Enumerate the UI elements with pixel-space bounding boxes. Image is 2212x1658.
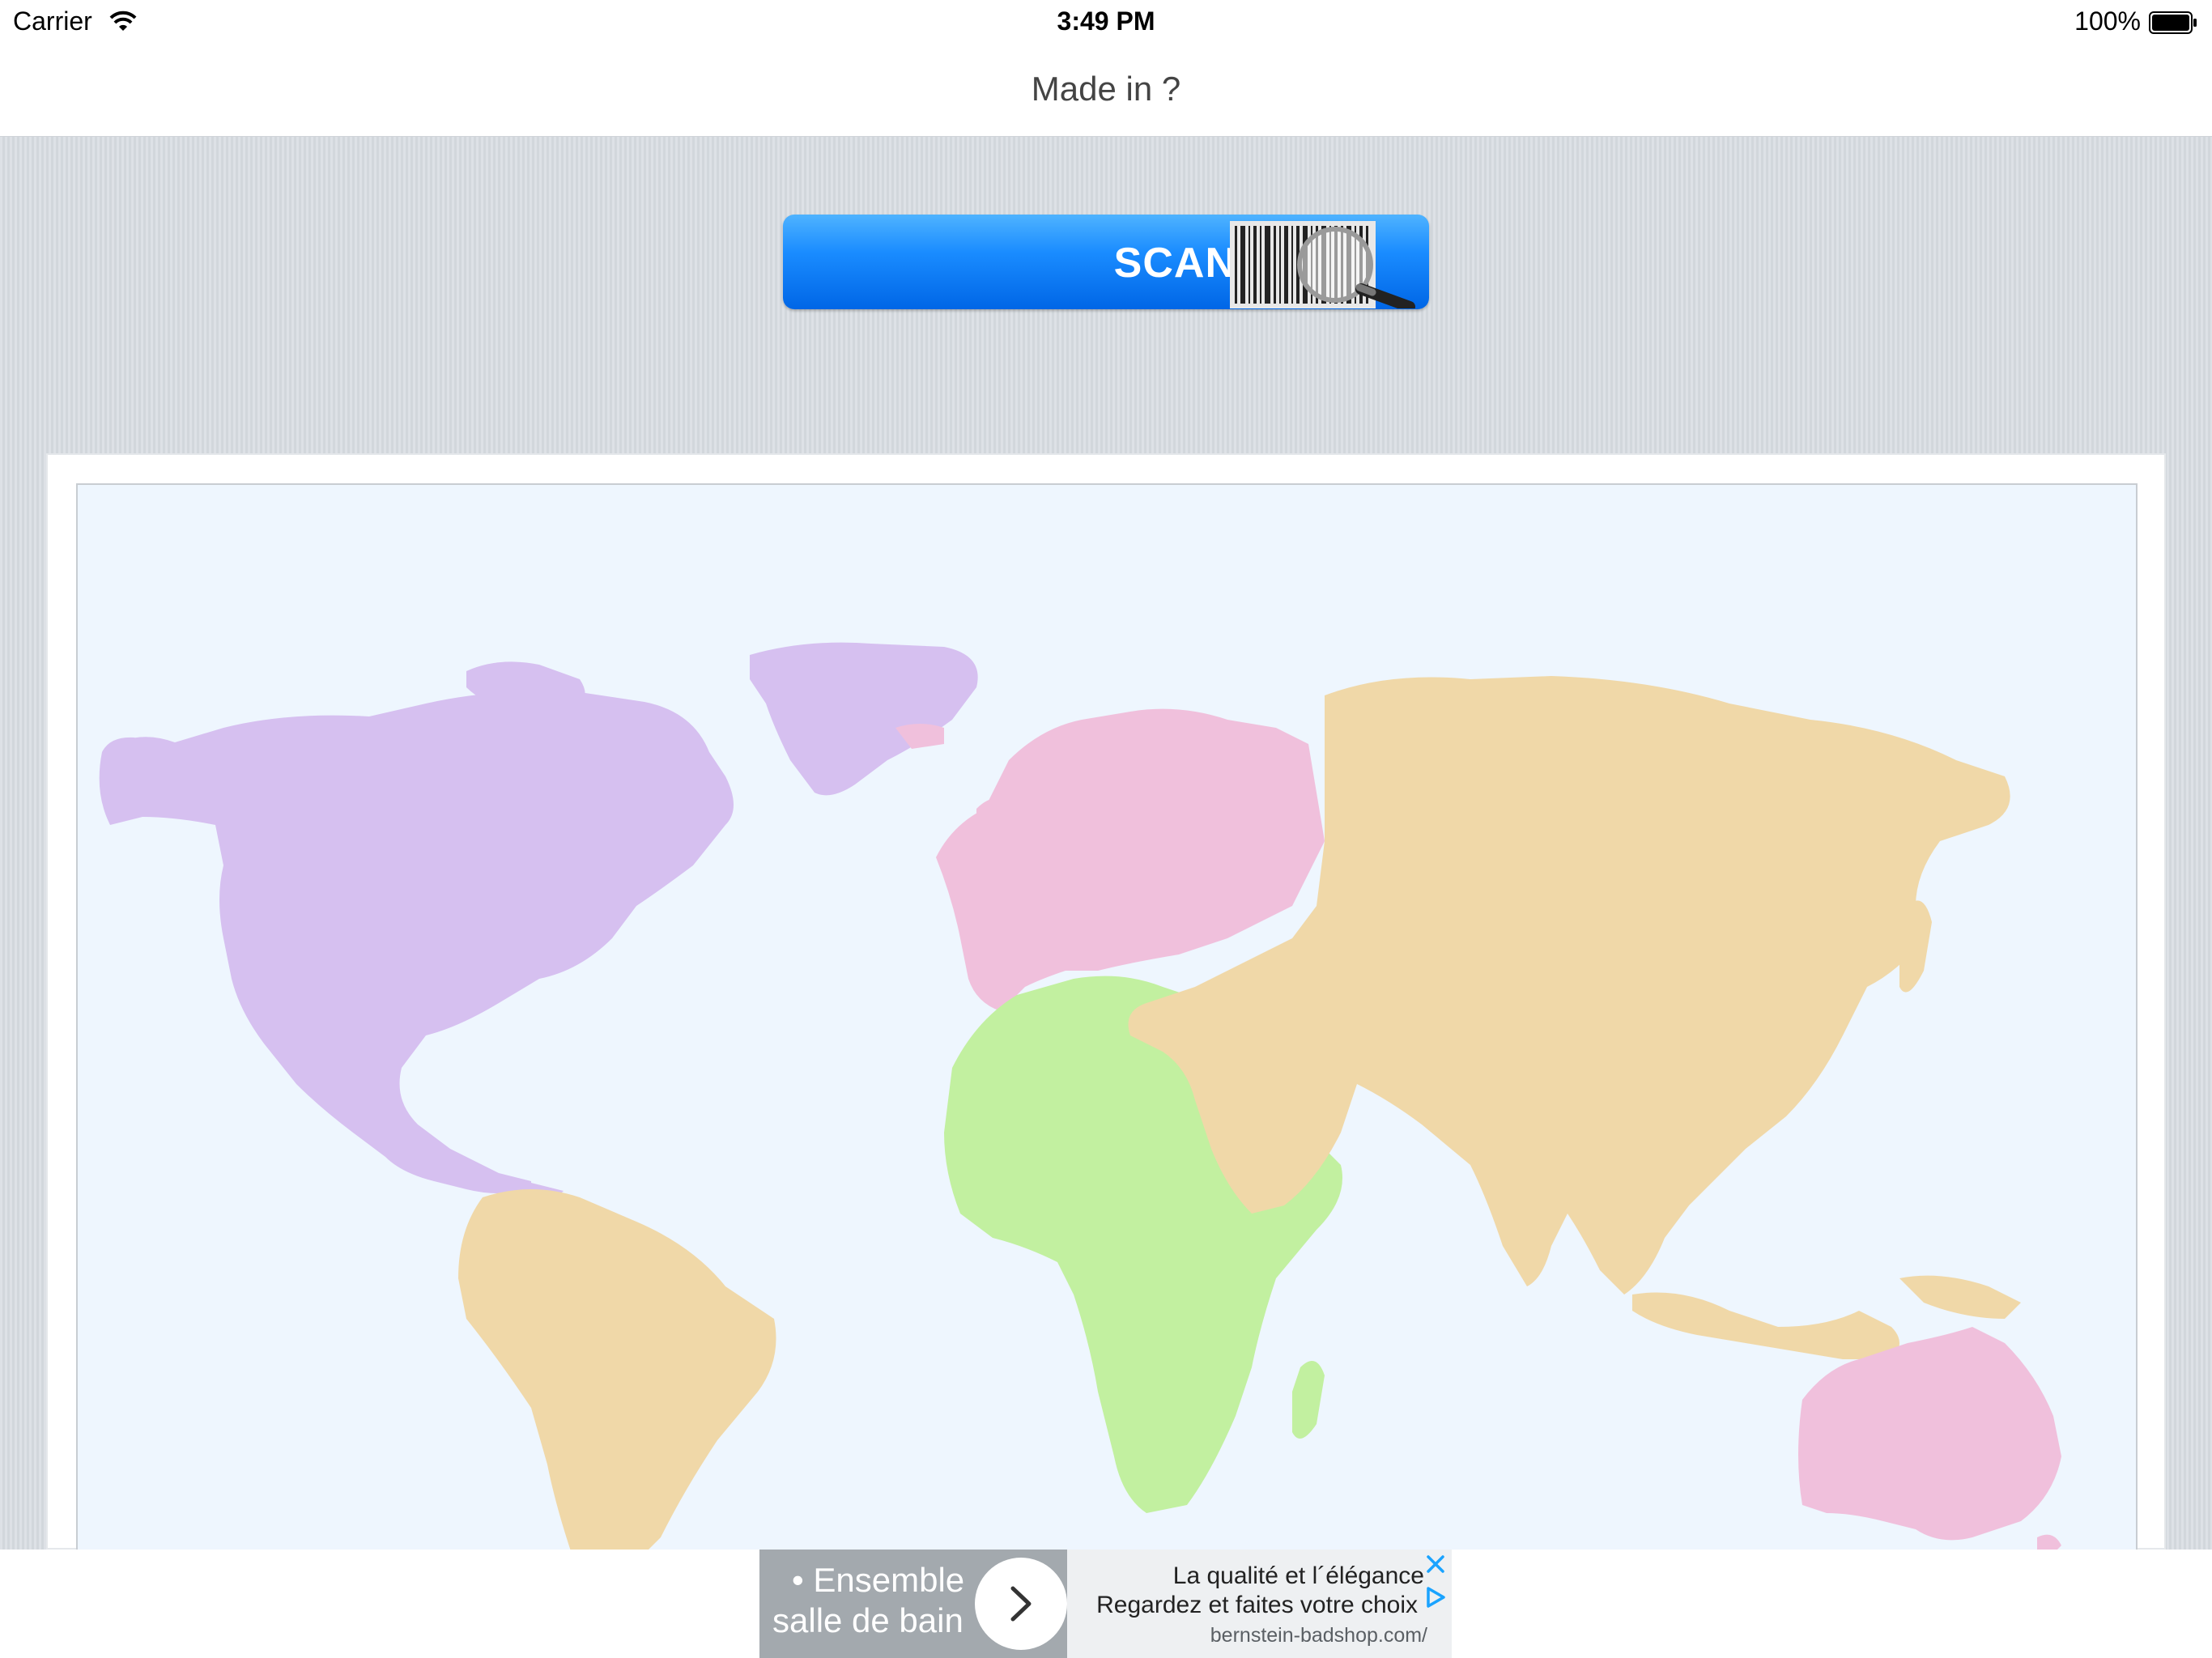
south-america-shape [458,1189,776,1550]
ad-left-text-line1: • Ensemble [792,1561,965,1599]
map-frame [46,453,2166,1552]
madagascar-shape [1292,1361,1325,1439]
north-america-shape [99,691,734,1193]
world-map[interactable] [76,483,2138,1552]
australia-region[interactable] [1798,1327,2061,1552]
barcode-magnifier-icon [1230,221,1415,308]
greenland-shape [750,642,978,796]
south-america-region[interactable] [458,1189,776,1552]
new-guinea-shape [1899,1275,2021,1319]
ad-text-panel[interactable]: La qualité et l´élégance Regardez et fai… [1067,1550,1452,1658]
north-america-region[interactable] [99,642,978,1199]
battery-icon [2149,11,2197,34]
clock-time: 3:49 PM [1057,6,1155,36]
chevron-right-icon [1010,1586,1032,1622]
ad-url: bernstein-badshop.com/ [1210,1624,1427,1647]
scan-button-label: SCAN [1113,240,1236,287]
ad-headline: La qualité et l´élégance [1172,1562,1424,1589]
ad-choices-icon[interactable] [1424,1585,1447,1609]
status-bar: Carrier 3:49 PM 100% [0,0,2212,45]
close-icon[interactable] [1424,1553,1447,1575]
ad-chevron-button[interactable] [975,1558,1067,1650]
southeast-asia-islands-shape [1632,1292,1899,1359]
world-map-graphic [99,642,2061,1552]
page-title: Made in ? [1031,70,1181,108]
ad-body-text: Regardez et faites votre choix [1096,1592,1418,1618]
australia-shape [1798,1327,2061,1541]
navigation-bar: Made in ? [0,45,2212,137]
ad-banner[interactable]: • Ensemble salle de bain La qualité et l… [759,1550,1452,1658]
scan-button[interactable]: SCAN [783,215,1429,309]
battery-percentage: 100% [2074,6,2141,36]
ad-left-text-line2: salle de bain [772,1601,963,1639]
